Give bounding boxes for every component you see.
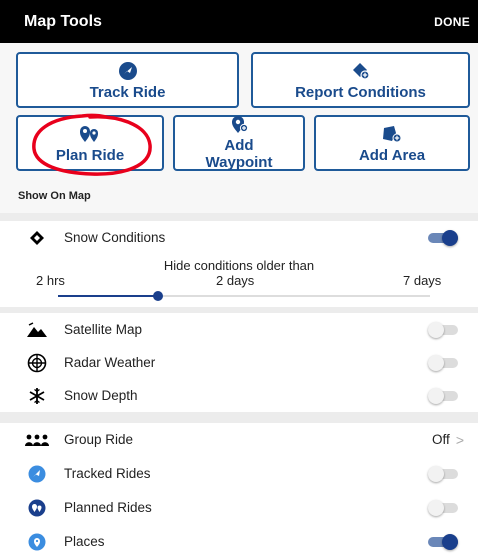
tick-label-2-days: 2 days: [216, 273, 255, 288]
radar-weather-toggle[interactable]: [428, 354, 460, 371]
add-waypoint-label-line1: Add: [224, 137, 254, 154]
places-toggle[interactable]: [428, 533, 460, 550]
satellite-map-label: Satellite Map: [64, 322, 143, 337]
plan-ride-label: Plan Ride: [55, 146, 125, 164]
slider-caption: Hide conditions older than: [163, 258, 315, 273]
report-conditions-button[interactable]: Report Conditions: [251, 52, 470, 108]
report-conditions-icon: [351, 60, 371, 82]
snowflake-icon: [22, 387, 52, 405]
snow-depth-toggle[interactable]: [428, 387, 460, 404]
chevron-right-icon: >: [455, 431, 464, 448]
places-icon: [22, 533, 52, 551]
report-conditions-label: Report Conditions: [295, 83, 426, 101]
tick-label-2-hrs: 2 hrs: [36, 273, 65, 288]
tracked-rides-row[interactable]: Tracked Rides: [0, 457, 478, 490]
tools-panel: Track Ride Report Conditions Plan Ride A…: [0, 43, 478, 213]
conditions-age-slider: Hide conditions older than 2 hrs 2 days …: [0, 253, 478, 307]
add-area-button[interactable]: Add Area: [314, 115, 470, 171]
satellite-map-toggle[interactable]: [428, 321, 460, 338]
plan-ride-icon: [78, 123, 102, 145]
snow-conditions-toggle[interactable]: [428, 229, 460, 246]
slider-fill: [58, 295, 159, 297]
satellite-map-row[interactable]: Satellite Map: [0, 313, 478, 346]
radar-weather-label: Radar Weather: [64, 355, 156, 370]
snow-conditions-row[interactable]: Snow Conditions: [0, 221, 478, 254]
divider: [0, 412, 478, 423]
show-on-map-heading: Show On Map: [18, 190, 91, 202]
radar-weather-row[interactable]: Radar Weather: [0, 346, 478, 379]
title-bar: Map Tools DONE: [0, 0, 478, 43]
snow-depth-label: Snow Depth: [64, 388, 138, 403]
planned-rides-toggle[interactable]: [428, 499, 460, 516]
radar-icon: [22, 353, 52, 373]
places-row[interactable]: Places: [0, 525, 478, 558]
tracked-rides-toggle[interactable]: [428, 465, 460, 482]
divider: [0, 213, 478, 221]
done-button[interactable]: DONE: [434, 15, 470, 29]
plan-ride-button[interactable]: Plan Ride: [16, 113, 164, 176]
slider-track[interactable]: [58, 291, 430, 301]
track-ride-button[interactable]: Track Ride: [16, 52, 239, 108]
add-waypoint-icon: [230, 115, 248, 135]
planned-rides-icon: [22, 499, 52, 517]
planned-rides-row[interactable]: Planned Rides: [0, 491, 478, 524]
tracked-rides-label: Tracked Rides: [64, 466, 151, 481]
group-ride-value: Off: [432, 432, 450, 447]
add-area-icon: [381, 123, 403, 145]
group-ride-row[interactable]: Group Ride Off >: [0, 423, 478, 456]
tick-label-7-days: 7 days: [403, 273, 442, 288]
snow-conditions-label: Snow Conditions: [64, 230, 166, 245]
mountain-icon: [22, 321, 52, 338]
annotation-circle: [32, 113, 152, 176]
snow-depth-row[interactable]: Snow Depth: [0, 379, 478, 412]
places-label: Places: [64, 534, 105, 549]
track-ride-icon: [118, 60, 138, 82]
tracked-rides-icon: [22, 465, 52, 483]
group-ride-label: Group Ride: [64, 432, 134, 447]
page-title: Map Tools: [24, 12, 102, 30]
add-waypoint-button[interactable]: Add Waypoint: [173, 115, 305, 171]
add-area-label: Add Area: [358, 146, 426, 164]
planned-rides-label: Planned Rides: [64, 500, 152, 515]
group-icon: [22, 432, 52, 448]
slider-thumb[interactable]: [153, 291, 164, 301]
track-ride-label: Track Ride: [89, 83, 166, 101]
diamond-icon: [22, 230, 52, 246]
add-waypoint-label-line2: Waypoint: [205, 154, 273, 171]
